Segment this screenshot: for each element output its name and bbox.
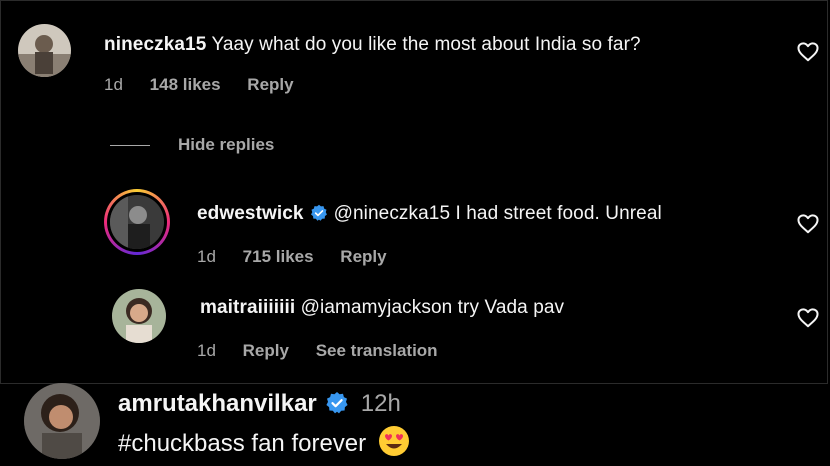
verified-badge-icon [310,204,327,221]
overlay-comment-header: amrutakhanvilkar 12h [118,390,401,418]
comment-time: 1d [197,247,216,266]
comment-meta: 1d 148 likes Reply [104,75,316,95]
reply-button[interactable]: Reply [247,75,293,94]
avatar[interactable] [18,24,71,77]
heart-outline-icon[interactable] [797,308,819,328]
comment-row: nineczka15 Yaay what do you like the mos… [104,34,641,56]
comment-text: @nineczka15 I had street food. Unreal [333,203,662,224]
see-translation-button[interactable]: See translation [316,341,438,360]
overlay-comment-body: #chuckbass fan forever [118,425,410,458]
reply-row: edwestwick @nineczka15 I had street food… [197,203,662,225]
comment-time: 1d [104,75,123,94]
comment-time: 1d [197,341,216,360]
hide-replies-divider [110,145,150,146]
avatar[interactable] [24,383,100,459]
username[interactable]: nineczka15 [104,34,206,55]
verified-badge-icon [326,392,348,414]
username[interactable]: maitraiiiiiii [200,297,295,318]
username[interactable]: amrutakhanvilkar [118,390,317,417]
reply-button[interactable]: Reply [340,247,386,266]
username[interactable]: edwestwick [197,203,304,224]
likes-count[interactable]: 715 likes [243,247,314,266]
comment-text: #chuckbass fan forever [118,430,367,457]
heart-eyes-emoji-icon [379,426,410,456]
hide-replies-button[interactable]: Hide replies [178,135,274,155]
reply-row: maitraiiiiiii @iamamyjackson try Vada pa… [200,297,564,319]
avatar [110,195,164,249]
heart-outline-icon[interactable] [797,214,819,234]
comment-time: 12h [360,390,401,417]
reply-meta: 1d Reply See translation [197,341,460,361]
likes-count[interactable]: 148 likes [150,75,221,94]
comment-text: Yaay what do you like the most about Ind… [211,34,641,55]
reply-meta: 1d 715 likes Reply [197,247,409,267]
reply-button[interactable]: Reply [243,341,289,360]
avatar[interactable] [112,289,166,343]
heart-outline-icon[interactable] [797,42,819,62]
story-ring[interactable] [104,189,170,255]
comment-text: @iamamyjackson try Vada pav [300,297,565,318]
